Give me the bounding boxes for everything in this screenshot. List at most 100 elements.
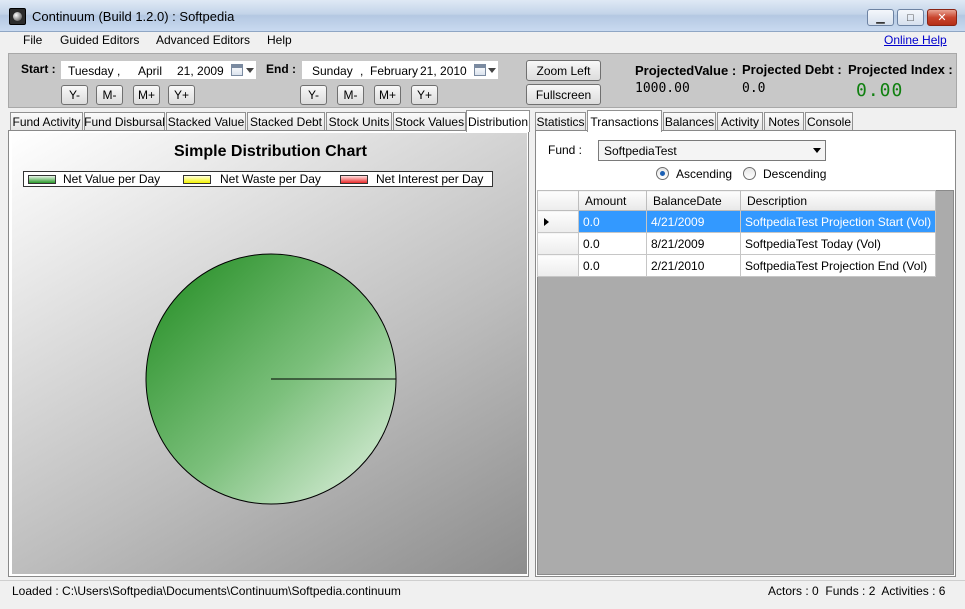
- minimize-button[interactable]: ▁: [867, 9, 894, 26]
- start-date-picker[interactable]: Tuesday , April 21, 2009: [60, 60, 257, 80]
- end-month-plus-button[interactable]: M+: [374, 85, 401, 105]
- cell-balance-date[interactable]: 2/21/2010: [646, 254, 741, 277]
- window-title: Continuum (Build 1.2.0) : Softpedia: [32, 9, 235, 24]
- cell-amount[interactable]: 0.0: [578, 254, 647, 277]
- cell-amount[interactable]: 0.0: [578, 232, 647, 255]
- tab-fund-activity[interactable]: Fund Activity: [10, 112, 83, 131]
- projected-value-label: ProjectedValue :: [635, 63, 737, 78]
- start-year-plus-button[interactable]: Y+: [168, 85, 195, 105]
- tab-fund-disbursal[interactable]: Fund Disbursal: [84, 112, 165, 131]
- tab-distribution[interactable]: Distribution: [466, 110, 530, 132]
- table-row[interactable]: 0.0 4/21/2009 SoftpediaTest Projection Sta…: [537, 210, 937, 233]
- legend-label-net-waste: Net Waste per Day: [220, 172, 321, 186]
- legend-label-net-value: Net Value per Day: [63, 172, 161, 186]
- cell-description[interactable]: SoftpediaTest Projection Start (Vol): [739, 210, 937, 233]
- menu-file[interactable]: File: [21, 33, 44, 47]
- row-header[interactable]: [537, 254, 579, 277]
- legend-swatch-net-value: [28, 175, 56, 184]
- end-weekday: Sunday: [312, 64, 353, 78]
- projected-value: 1000.00: [635, 81, 690, 96]
- projected-index-label: Projected Index :: [848, 62, 953, 77]
- transactions-table: Amount BalanceDate Description 0.0 4/21/2…: [537, 190, 937, 277]
- status-actors: Actors : 0: [768, 584, 819, 598]
- end-year-plus-button[interactable]: Y+: [411, 85, 438, 105]
- calendar-icon[interactable]: [231, 64, 243, 76]
- cell-balance-date[interactable]: 4/21/2009: [646, 210, 741, 233]
- legend-label-net-interest: Net Interest per Day: [376, 172, 484, 186]
- sort-descending-radio[interactable]: [743, 167, 756, 180]
- cell-balance-date[interactable]: 8/21/2009: [646, 232, 741, 255]
- chevron-down-icon[interactable]: [488, 68, 496, 73]
- online-help-link[interactable]: Online Help: [884, 33, 947, 47]
- tab-stacked-debt[interactable]: Stacked Debt: [247, 112, 325, 131]
- calendar-icon[interactable]: [474, 64, 486, 76]
- projected-debt: 0.0: [742, 81, 766, 96]
- column-header-description[interactable]: Description: [739, 190, 937, 211]
- legend-swatch-net-interest: [340, 175, 368, 184]
- menu-help[interactable]: Help: [265, 33, 294, 47]
- sort-ascending-label[interactable]: Ascending: [676, 167, 732, 181]
- status-activities: Activities : 6: [881, 584, 946, 598]
- menu-bar: [0, 32, 965, 52]
- cell-description[interactable]: SoftpediaTest Projection End (Vol): [739, 254, 937, 277]
- projected-index: 0.00: [856, 80, 904, 101]
- chart-legend: Net Value per Day Net Waste per Day Net …: [23, 171, 493, 187]
- status-funds: Funds : 2: [825, 584, 876, 598]
- tab-stock-units[interactable]: Stock Units: [326, 112, 392, 131]
- legend-swatch-net-waste: [183, 175, 211, 184]
- fund-label: Fund :: [548, 143, 583, 157]
- tab-console[interactable]: Console: [805, 112, 853, 131]
- start-month-minus-button[interactable]: M-: [96, 85, 123, 105]
- pie-chart: [145, 253, 397, 505]
- end-year-minus-button[interactable]: Y-: [300, 85, 327, 105]
- sort-ascending-radio[interactable]: [656, 167, 669, 180]
- table-row[interactable]: 0.0 8/21/2009 SoftpediaTest Today (Vol): [537, 232, 937, 255]
- chart-title: Simple Distribution Chart: [174, 143, 367, 160]
- maximize-button[interactable]: □: [897, 9, 924, 26]
- app-icon: [9, 8, 26, 25]
- table-row[interactable]: 0.0 2/21/2010 SoftpediaTest Projection End…: [537, 254, 937, 277]
- start-month: April: [138, 64, 163, 78]
- menu-guided-editors[interactable]: Guided Editors: [58, 33, 141, 47]
- tab-transactions[interactable]: Transactions: [587, 110, 662, 132]
- sort-descending-label[interactable]: Descending: [763, 167, 826, 181]
- column-header-amount[interactable]: Amount: [578, 190, 647, 211]
- fund-select[interactable]: SoftpediaTest: [598, 140, 826, 161]
- fullscreen-button[interactable]: Fullscreen: [526, 84, 601, 105]
- chevron-down-icon[interactable]: [813, 148, 821, 153]
- end-month: February: [370, 64, 419, 78]
- start-sep: ,: [117, 64, 121, 78]
- table-header-row: Amount BalanceDate Description: [537, 190, 937, 211]
- start-month-plus-button[interactable]: M+: [133, 85, 160, 105]
- start-day-year: 21, 2009: [177, 64, 224, 78]
- start-weekday: Tuesday: [68, 64, 114, 78]
- start-year-minus-button[interactable]: Y-: [61, 85, 88, 105]
- end-sep: ,: [360, 64, 364, 78]
- fund-select-value: SoftpediaTest: [604, 144, 677, 158]
- end-date-picker[interactable]: Sunday , February 21, 2010: [301, 60, 499, 80]
- row-header[interactable]: [537, 210, 579, 233]
- tab-balances[interactable]: Balances: [663, 112, 716, 131]
- tab-notes[interactable]: Notes: [764, 112, 804, 131]
- projected-debt-label: Projected Debt :: [742, 62, 842, 77]
- cell-amount[interactable]: 0.0: [578, 210, 647, 233]
- tab-statistics[interactable]: Statistics: [535, 112, 586, 131]
- status-loaded-file: Loaded : C:\Users\Softpedia\Documents\Co…: [12, 584, 401, 598]
- chevron-down-icon[interactable]: [246, 68, 254, 73]
- close-button[interactable]: ✕: [927, 9, 957, 26]
- end-day-year: 21, 2010: [420, 64, 467, 78]
- zoom-left-button[interactable]: Zoom Left: [526, 60, 601, 81]
- menu-advanced-editors[interactable]: Advanced Editors: [154, 33, 252, 47]
- tab-activity[interactable]: Activity: [717, 112, 763, 131]
- end-label: End :: [266, 62, 296, 76]
- row-header[interactable]: [537, 232, 579, 255]
- end-month-minus-button[interactable]: M-: [337, 85, 364, 105]
- column-header-balance-date[interactable]: BalanceDate: [646, 190, 741, 211]
- cell-description[interactable]: SoftpediaTest Today (Vol): [739, 232, 937, 255]
- row-pointer-icon: [544, 217, 549, 226]
- status-counts: Actors : 0 Funds : 2 Activities : 6: [768, 584, 945, 598]
- start-label: Start :: [21, 62, 56, 76]
- tab-stock-values[interactable]: Stock Values: [393, 112, 466, 131]
- tab-stacked-value[interactable]: Stacked Value: [166, 112, 246, 131]
- row-header-corner: [537, 190, 579, 211]
